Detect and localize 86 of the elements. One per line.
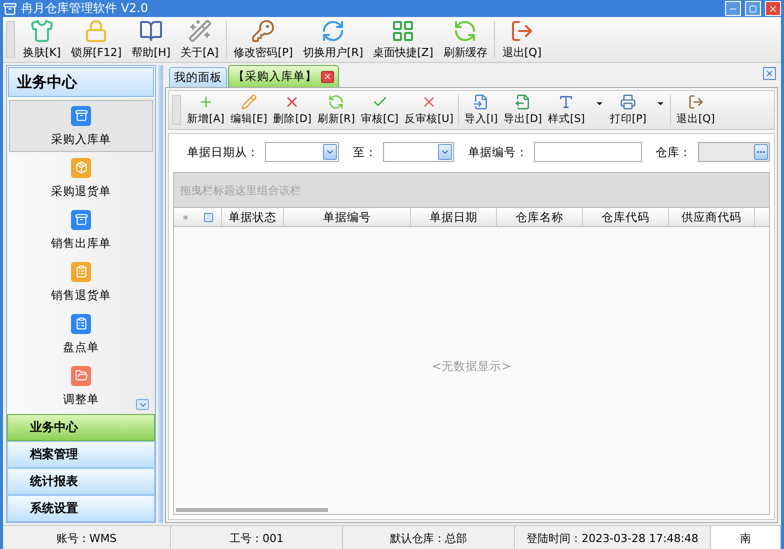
toolbar-button[interactable]: 帮助[H] [126,17,176,62]
toolbar-button[interactable]: 刷新缓存 [438,17,492,62]
dropdown-icon [438,144,452,160]
maximize-icon [749,4,757,12]
empty-message: <无数据显示> [432,359,512,374]
date-field[interactable] [265,142,340,162]
column-header[interactable]: 单据状态 [222,208,284,226]
toolbar-button[interactable]: 修改密码[P] [228,17,298,62]
ellipsis-icon [754,144,768,160]
column-header[interactable]: 单据编号 [284,208,411,226]
toolbar-button[interactable]: 锁屏[F12] [66,17,127,62]
status-text: 工号：001 [171,526,343,549]
toolbar-button[interactable]: 编辑[E] [227,91,270,129]
tab[interactable]: 我的面板 [169,67,227,87]
tab[interactable]: 【采购入库单】 [228,65,339,87]
asterisk-icon [180,212,190,222]
wand-icon [188,19,212,43]
toolbar-button[interactable]: 退出[Q] [673,91,718,129]
status-text: 默认仓库：总部 [343,526,515,549]
toolbar-button[interactable]: 新增[A] [184,91,228,129]
nav-section-button[interactable]: 统计报表 [7,468,155,495]
import-icon [473,94,490,110]
sidebar-item[interactable]: 采购退货单 [9,152,153,204]
toolbar-button[interactable]: 样式[S] [545,91,607,129]
toolbar-button[interactable]: 导入[I] [461,91,501,129]
field-label: 至： [353,144,378,160]
font-icon [558,94,574,110]
refresh-icon [328,94,344,110]
refresh-icon [453,19,478,43]
toolbar-button[interactable]: 审核[C] [358,91,402,129]
column-header[interactable]: 仓库名称 [497,208,583,226]
plus-icon [198,94,214,110]
toolbar-button[interactable]: 桌面快捷[Z] [368,17,438,62]
checkbox[interactable] [203,212,214,222]
toolbar-button[interactable]: 删除[D] [270,91,314,129]
sidebar-item[interactable]: 销售退货单 [9,256,153,308]
shirt-icon [30,19,54,43]
key-icon [251,19,276,43]
status-text: 账号：WMS [3,526,171,549]
field-label: 单据日期从： [187,144,259,160]
toolbar-button[interactable]: 打印[P] [606,91,668,129]
sidebar-item[interactable]: 盘点单 [9,308,153,360]
scroll-down-button[interactable] [136,399,149,410]
lookup-field[interactable] [698,142,770,162]
status-text: 南 [711,526,781,549]
close-button[interactable] [763,67,776,80]
group-panel-hint: 拖曳栏标题这里组合该栏 [180,182,301,198]
nav-section-button[interactable]: 系统设置 [7,495,155,522]
arrow-icon [321,19,346,43]
exit-icon [688,94,704,110]
toolbar-grip[interactable] [172,95,181,125]
toolbar-button[interactable]: 切换用户[R] [298,17,368,62]
input-field[interactable] [534,142,642,162]
nav-section-button[interactable]: 档案管理 [7,441,155,468]
sidebar-item[interactable]: 采购入库单 [9,100,153,152]
field-label: 仓库： [656,144,692,160]
toolbar-grip[interactable] [6,21,15,58]
exit-icon [510,19,534,43]
toolbar-button[interactable]: 换肤[K] [18,17,66,62]
sidebar-title: 业务中心 [8,67,154,97]
maximize-button[interactable] [745,1,761,16]
sidebar-item[interactable]: 销售出库单 [9,204,153,256]
column-header[interactable]: 单据日期 [411,208,497,226]
date-field[interactable] [383,142,454,162]
toolbar-button[interactable]: 刷新[R] [314,91,358,129]
printer-icon [620,94,636,110]
book-icon [139,19,164,43]
export-icon [514,94,531,110]
column-header[interactable]: 仓库代码 [583,208,669,226]
toolbar-button[interactable]: 关于[A] [176,17,224,62]
close-icon [765,69,774,78]
lock-icon [84,19,108,43]
pencil-icon [240,94,257,110]
dropdown-icon [323,144,338,160]
toolbar-button[interactable]: 反审核[U] [402,91,456,129]
close-icon [768,4,778,14]
field-label: 单据编号： [468,144,528,160]
toolbar-button[interactable]: 导出[D] [500,91,545,129]
minimize-button[interactable] [725,1,741,16]
toolbar-button[interactable]: 退出[Q] [497,17,547,62]
scrollbar-thumb[interactable] [176,508,328,512]
column-header[interactable]: 供应商代码 [669,208,755,226]
close-icon [323,72,332,81]
window-title: 冉月仓库管理软件 V2.0 [21,0,150,17]
nav-section-button[interactable]: 业务中心 [7,414,155,441]
tab-close-icon[interactable] [321,70,334,82]
